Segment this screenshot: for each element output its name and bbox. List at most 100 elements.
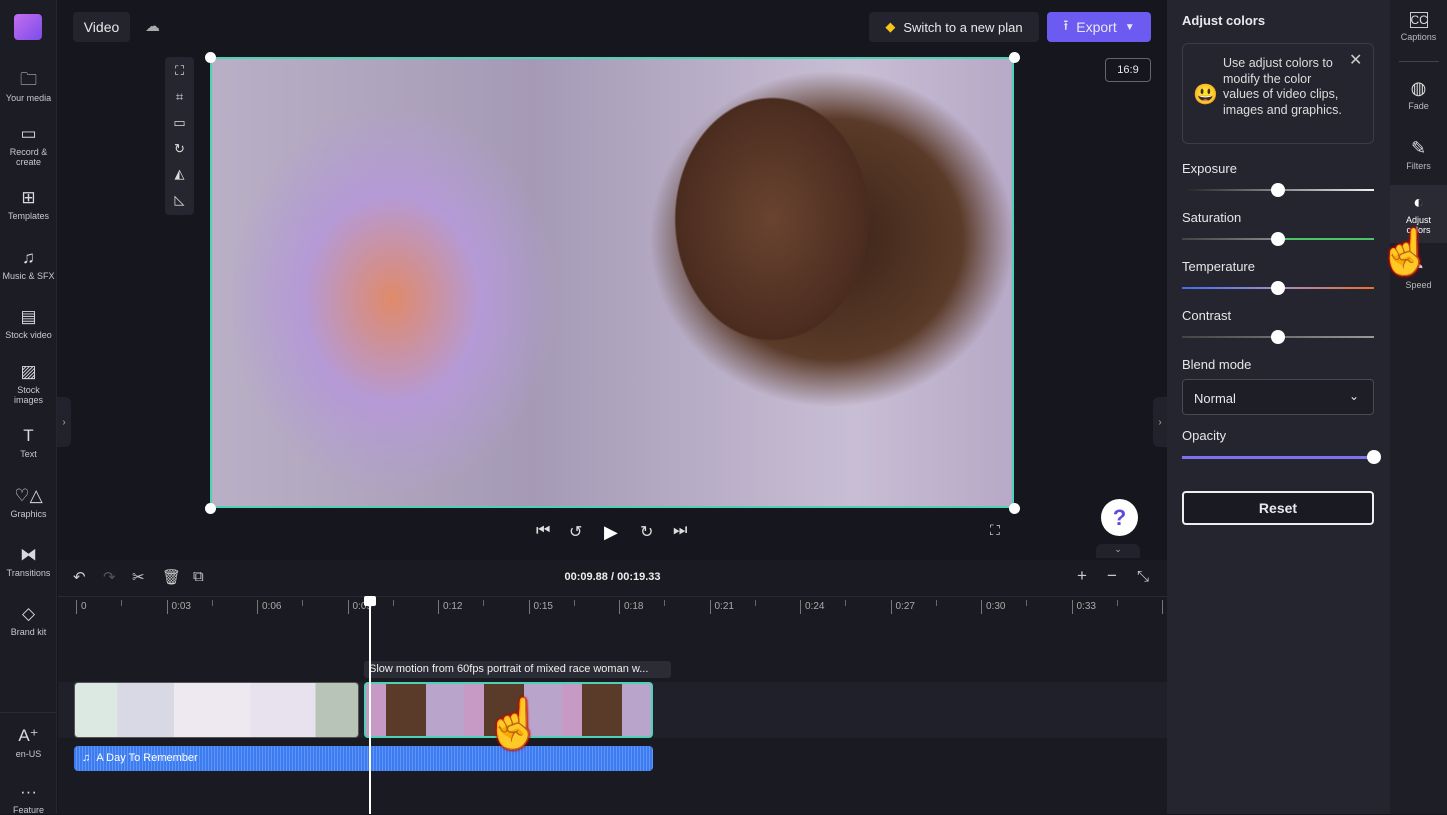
ruler-minor-tick [483, 600, 484, 606]
sidebar-item-music[interactable]: ♫ Music & SFX [0, 248, 57, 281]
sidebar-item-transitions[interactable]: ⧓ Transitions [0, 545, 57, 578]
ruler-minor-tick [302, 600, 303, 606]
label: Brand kit [10, 627, 47, 637]
flip-vertical-icon[interactable]: ◺ [165, 192, 194, 208]
magic-wand-icon: ✎ [1410, 138, 1427, 158]
fit-icon[interactable]: ⛶ [165, 63, 194, 79]
templates-icon: ⊞ [21, 188, 36, 207]
playhead-handle[interactable] [364, 596, 376, 606]
pip-icon[interactable]: ▭ [165, 115, 194, 131]
exposure-label: Exposure [1182, 161, 1237, 176]
chevron-down-icon: ⌄ [1348, 389, 1359, 403]
label: Music & SFX [2, 271, 55, 281]
undo-icon[interactable]: ↶ [73, 568, 86, 586]
expand-right-panel[interactable]: › [1153, 397, 1167, 447]
pointer-cursor-icon: ☝ [484, 698, 544, 751]
slider-knob[interactable] [1367, 450, 1381, 464]
slider-knob[interactable] [1271, 232, 1285, 246]
fullscreen-icon[interactable]: ⛶ [990, 522, 1000, 539]
sidebar-item-graphics[interactable]: ♡△ Graphics [0, 486, 57, 519]
add-media-icon[interactable]: ⧉ [193, 568, 204, 585]
zoom-in-icon[interactable]: + [1077, 566, 1087, 586]
sidebar-item-record[interactable]: ▭ Record & create [0, 124, 57, 167]
scissors-icon[interactable]: ✂ [132, 568, 145, 586]
rewind-5-icon[interactable]: ↺ [569, 522, 582, 542]
forward-5-icon[interactable]: ↻ [640, 522, 653, 542]
audio-clip[interactable]: ♫ A Day To Remember [74, 746, 653, 771]
reset-button[interactable]: Reset [1182, 491, 1374, 525]
slider-knob[interactable] [1271, 330, 1285, 344]
label: Stock video [5, 330, 52, 340]
left-sidebar: 🗀 Your media ▭ Record & create ⊞ Templates … [0, 0, 57, 815]
sidebar-item-stock-video[interactable]: ▤ Stock video [0, 307, 57, 340]
collapse-preview-button[interactable]: ⌄ [1096, 544, 1140, 558]
zoom-out-icon[interactable]: − [1107, 566, 1117, 586]
upgrade-button[interactable]: ◆ Switch to a new plan [869, 12, 1039, 42]
ruler-minor-tick [1116, 600, 1118, 606]
sidebar-item-brand-kit[interactable]: ◇ Brand kit [0, 604, 57, 637]
resize-handle-tr[interactable] [1009, 52, 1020, 63]
contrast-slider[interactable] [1182, 330, 1374, 344]
ruler-minor-tick [211, 600, 213, 606]
saturation-slider[interactable] [1182, 232, 1374, 246]
export-button[interactable]: ⭱ Export ▼ [1047, 12, 1151, 42]
expand-left-panel[interactable]: › [57, 397, 71, 447]
ruler-tick: 0:30 [981, 600, 1005, 614]
ruler-minor-tick [845, 600, 846, 606]
ruler-minor-tick [935, 600, 937, 606]
sidebar-item-templates[interactable]: ⊞ Templates [0, 188, 57, 221]
upload-icon: ⭱ [1063, 17, 1069, 33]
resize-handle-tl[interactable] [205, 52, 216, 63]
tab-fade[interactable]: ◍ Fade [1390, 77, 1447, 111]
label: Switch to a new plan [903, 19, 1023, 35]
video-preview[interactable] [210, 57, 1014, 508]
opacity-slider[interactable] [1182, 450, 1381, 464]
captions-icon: CC [1409, 12, 1428, 28]
exposure-slider[interactable] [1182, 183, 1374, 197]
playhead[interactable] [369, 596, 371, 814]
opacity-label: Opacity [1182, 428, 1227, 443]
project-name[interactable]: Video [73, 12, 130, 42]
video-clip-1[interactable] [74, 682, 359, 738]
slider-knob[interactable] [1271, 281, 1285, 295]
skip-back-icon[interactable]: ⏮ [536, 522, 550, 540]
timecode: 00:09.88 / 00:19.33 [540, 571, 685, 583]
close-icon[interactable]: ✕ [1349, 50, 1362, 70]
label: Fade [1408, 101, 1429, 111]
label: Graphics [10, 509, 47, 519]
panel-title: Adjust colors [1182, 13, 1266, 28]
redo-icon[interactable]: ↷ [103, 568, 116, 586]
aspect-ratio-button[interactable]: 16:9 [1105, 58, 1151, 82]
sidebar-item-text[interactable]: T Text [0, 426, 57, 459]
sidebar-item-stock-images[interactable]: ▨ Stock images [0, 362, 57, 405]
tab-captions[interactable]: CC Captions [1390, 12, 1447, 42]
tab-filters[interactable]: ✎ Filters [1390, 137, 1447, 171]
ruler-minor-tick [573, 600, 575, 606]
music-icon: ♫ [22, 248, 35, 267]
fit-timeline-icon[interactable]: ⤡ [1137, 568, 1149, 585]
temperature-label: Temperature [1182, 259, 1255, 274]
rotate-icon[interactable]: ↻ [165, 141, 194, 157]
cloud-off-icon: ☁ [145, 18, 160, 35]
separator: / [610, 571, 615, 583]
resize-handle-bl[interactable] [205, 503, 216, 514]
skip-forward-icon[interactable]: ⏭ [673, 522, 687, 540]
language-button[interactable]: A⁺ en-US [0, 726, 57, 759]
flip-horizontal-icon[interactable]: ◭ [165, 166, 194, 182]
feature-button[interactable]: ··· Feature [0, 782, 57, 815]
sidebar-item-your-media[interactable]: 🗀 Your media [0, 70, 57, 103]
play-icon[interactable]: ▶ [604, 522, 618, 543]
ruler-minor-tick [121, 600, 122, 606]
camera-icon: ▭ [20, 124, 37, 143]
temperature-slider[interactable] [1182, 281, 1374, 295]
blend-mode-select[interactable]: Normal ⌄ [1182, 379, 1374, 415]
blend-mode-value: Normal [1194, 391, 1236, 406]
label: Captions [1400, 32, 1437, 42]
label: Filters [1406, 161, 1431, 171]
slider-knob[interactable] [1271, 183, 1285, 197]
image-icon: ▨ [20, 362, 37, 381]
trash-icon[interactable]: 🗑 [162, 568, 181, 586]
crop-icon[interactable]: ⌗ [165, 89, 194, 105]
resize-handle-br[interactable] [1009, 503, 1020, 514]
help-button[interactable]: ? [1101, 499, 1138, 536]
